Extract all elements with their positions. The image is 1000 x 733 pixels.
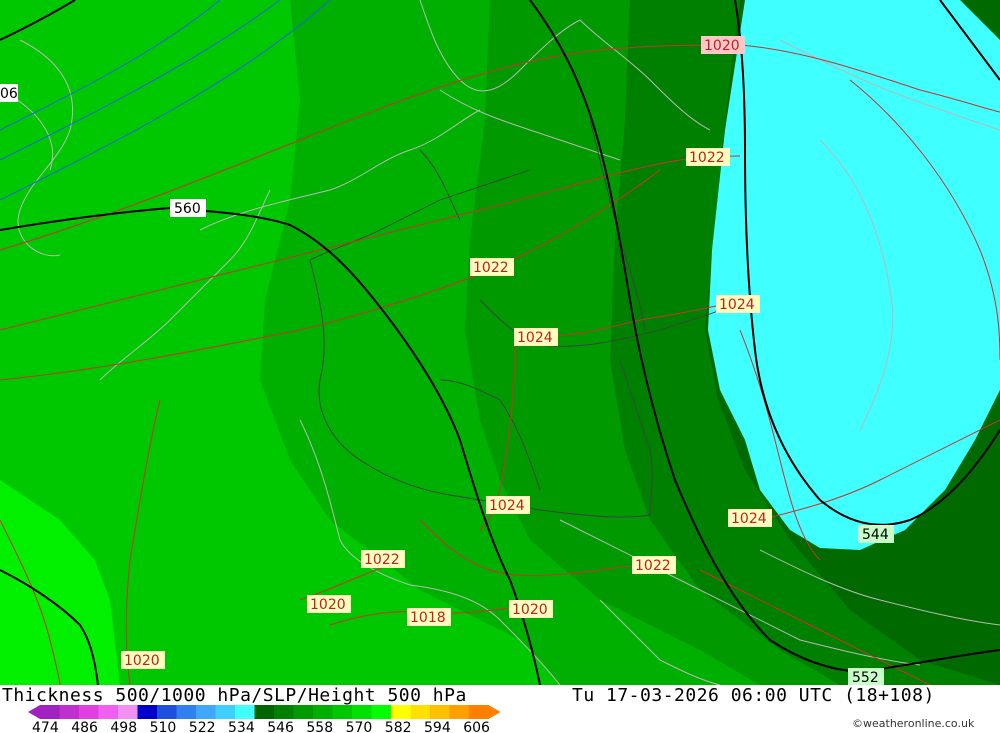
label-height-560: 560 [174, 201, 201, 217]
scale-arrow-left [28, 705, 40, 719]
scale-labels: 474 486 498 510 522 534 546 558 570 582 594 606 [32, 720, 490, 733]
scale-label: 594 [424, 720, 451, 733]
scale-swatch [332, 705, 353, 719]
scale-swatch [235, 705, 255, 719]
label-slp-1024-a: 1024 [719, 297, 755, 313]
label-height-552: 552 [852, 670, 879, 685]
label-slp-1024-c: 1024 [489, 498, 525, 514]
credit-link[interactable]: ©weatheronline.co.uk [852, 717, 974, 730]
label-partial: 06 [0, 86, 18, 102]
scale-label: 498 [110, 720, 137, 733]
map-title: Thickness 500/1000 hPa/SLP/Height 500 hP… [2, 685, 467, 706]
scale-swatch [391, 705, 411, 719]
scale-label: 474 [32, 720, 59, 733]
scale-swatch [274, 705, 294, 719]
scale-swatch [196, 705, 216, 719]
forecast-datetime: Tu 17-03-2026 06:00 UTC (18+108) [572, 685, 935, 706]
scale-swatch [98, 705, 119, 719]
scale-swatch [449, 705, 470, 719]
scale-swatch [371, 705, 392, 719]
label-slp-1020-c: 1020 [124, 653, 160, 669]
scale-swatch [215, 705, 236, 719]
scale-swatch [254, 705, 275, 719]
label-slp-1020-a: 1020 [310, 597, 346, 613]
scale-swatch [430, 705, 450, 719]
scale-label: 534 [228, 720, 255, 733]
scale-swatch [469, 705, 489, 719]
scale-swatch [40, 705, 60, 719]
label-slp-1022-b: 1022 [473, 260, 509, 276]
scale-swatch [352, 705, 372, 719]
color-scale: 474 486 498 510 522 534 546 558 570 582 594 606 [28, 705, 501, 733]
label-height-544: 544 [862, 527, 889, 543]
scale-swatch [157, 705, 177, 719]
scale-label: 546 [267, 720, 294, 733]
label-slp-1024-d: 1024 [731, 511, 767, 527]
scale-swatch [176, 705, 197, 719]
weather-map: 06 560 544 552 1020 1022 1022 1024 1024 … [0, 0, 1000, 685]
scale-swatch [118, 705, 138, 719]
scale-swatch [79, 705, 99, 719]
label-slp-1024-b: 1024 [517, 330, 553, 346]
label-slp-1022-a: 1022 [689, 150, 725, 166]
label-slp-1020-top: 1020 [704, 38, 740, 54]
scale-swatch [137, 705, 158, 719]
scale-arrow-right [488, 705, 501, 719]
scale-label: 486 [71, 720, 98, 733]
scale-label: 606 [463, 720, 490, 733]
scale-label: 558 [306, 720, 333, 733]
scale-label: 522 [189, 720, 216, 733]
scale-label: 582 [385, 720, 412, 733]
label-slp-1022-c: 1022 [364, 552, 400, 568]
scale-label: 510 [150, 720, 177, 733]
scale-swatch [410, 705, 431, 719]
label-slp-1020-b: 1020 [512, 602, 548, 618]
scale-swatch [293, 705, 314, 719]
scale-swatch [59, 705, 80, 719]
scale-swatch [313, 705, 333, 719]
scale-label: 570 [346, 720, 373, 733]
label-slp-1022-d: 1022 [635, 558, 671, 574]
scale-bars [28, 705, 501, 719]
label-slp-1018: 1018 [410, 610, 446, 626]
